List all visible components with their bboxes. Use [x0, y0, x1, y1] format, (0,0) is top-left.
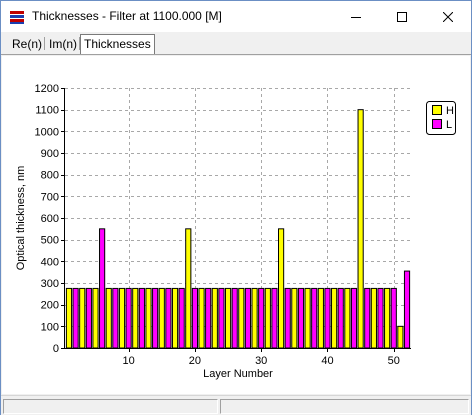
y-tick-label: 400	[41, 256, 59, 268]
close-button[interactable]	[425, 1, 471, 32]
bar-layer-28	[244, 287, 252, 349]
bar-layer-9	[118, 287, 126, 349]
bar-layer-45	[357, 109, 364, 349]
status-panel-left	[3, 399, 218, 414]
bar-layer-17	[171, 287, 179, 349]
window-title: Thicknesses - Filter at 1100.000 [M]	[32, 9, 222, 23]
y-tick-label: 0	[53, 343, 59, 355]
y-tick-label: 800	[41, 170, 59, 182]
bar-layer-25	[224, 287, 232, 349]
close-icon	[443, 11, 453, 22]
x-tick-label: 30	[255, 355, 267, 367]
minimize-button[interactable]	[333, 1, 379, 32]
bar-layer-24	[218, 287, 225, 349]
bar-layer-22	[205, 287, 212, 349]
legend: HL	[426, 101, 456, 135]
bar-layer-14	[152, 287, 159, 349]
bar-layer-4	[85, 287, 92, 349]
title-bar[interactable]: Thicknesses - Filter at 1100.000 [M]	[1, 1, 471, 32]
bar-layer-49	[384, 287, 391, 349]
legend-label-L: L	[446, 119, 452, 131]
x-tick-label: 40	[321, 355, 333, 367]
bar-layer-23	[211, 287, 218, 349]
bar-layer-46	[364, 287, 371, 349]
bar-layer-47	[370, 287, 377, 349]
bar-layer-16	[165, 287, 172, 349]
y-tick-label: 1200	[35, 83, 59, 95]
bar-layer-18	[178, 287, 185, 349]
x-tick-label: 20	[189, 355, 201, 367]
tab-separator	[44, 37, 45, 50]
bar-layer-13	[145, 287, 152, 349]
x-tick-label: 50	[388, 355, 400, 367]
bar-layer-30	[258, 287, 265, 349]
bar-layer-2	[72, 287, 79, 349]
bar-layer-40	[324, 287, 331, 349]
bar-layer-34	[284, 287, 291, 349]
bar-layer-20	[191, 287, 199, 349]
bar-layer-48	[377, 287, 384, 349]
maximize-icon	[397, 11, 407, 22]
legend-label-H: H	[446, 105, 454, 117]
bar-layer-36	[297, 287, 305, 349]
x-axis-label: Layer Number	[203, 368, 273, 380]
status-panel-right	[220, 399, 469, 414]
bar-layer-33	[278, 228, 285, 349]
bar-layer-51	[397, 325, 404, 349]
bar-layer-26	[231, 287, 238, 349]
thickness-bar-chart: 0 100 200 300 400 500 600 700 800 900 1000 1100 1200…	[15, 83, 456, 380]
bar-layer-42	[337, 287, 344, 349]
bar-layer-52	[403, 270, 411, 349]
bar-layer-39	[317, 287, 324, 349]
y-tick-label: 300	[41, 278, 59, 290]
y-tick-label: 700	[41, 191, 59, 203]
bar-layer-29	[251, 287, 258, 349]
bar-layer-5	[92, 287, 99, 349]
bars	[65, 109, 411, 349]
x-tick-label: 10	[123, 355, 135, 367]
y-tick-label: 200	[41, 300, 59, 312]
bar-layer-12	[138, 287, 145, 349]
minimize-icon	[351, 16, 361, 18]
y-tick-label: 600	[41, 213, 59, 225]
bar-layer-1	[65, 287, 73, 349]
maximize-button[interactable]	[379, 1, 425, 32]
bar-layer-27	[238, 287, 245, 349]
bar-layer-15	[158, 287, 165, 349]
tab-im-n[interactable]: Im(n)	[47, 36, 79, 52]
y-tick-label: 900	[41, 148, 59, 160]
bar-layer-31	[264, 287, 271, 349]
bar-layer-19	[185, 228, 192, 349]
bar-layer-35	[291, 287, 298, 349]
bar-layer-3	[79, 287, 86, 349]
y-tick-label: 1000	[35, 126, 59, 138]
filter-app-icon	[10, 11, 24, 24]
y-axis-label: Optical thickness, nm	[15, 166, 27, 271]
tab-re-n[interactable]: Re(n)	[10, 36, 44, 52]
y-tick-label: 1100	[35, 105, 59, 117]
bar-layer-8	[112, 287, 119, 349]
bar-layer-6	[99, 228, 106, 349]
bar-layer-21	[198, 287, 205, 349]
thicknesses-window: Thicknesses - Filter at 1100.000 [M] Re(…	[0, 0, 472, 415]
bar-layer-43	[344, 287, 351, 349]
bar-layer-10	[125, 287, 132, 349]
bar-layer-32	[271, 287, 278, 349]
bar-layer-38	[311, 287, 318, 349]
bar-layer-37	[304, 287, 311, 349]
bar-layer-41	[331, 287, 338, 349]
bar-layer-7	[105, 287, 112, 349]
status-bar	[1, 395, 471, 415]
tab-strip: Re(n) Im(n) Thicknesses	[1, 32, 471, 55]
bar-layer-50	[390, 287, 397, 349]
legend-swatch-L	[432, 119, 442, 129]
y-tick-label: 100	[41, 321, 59, 333]
y-tick-label: 500	[41, 235, 59, 247]
tab-thicknesses[interactable]: Thicknesses	[80, 34, 155, 54]
legend-swatch-H	[432, 105, 442, 115]
bar-layer-11	[132, 287, 139, 349]
chart-panel: 0 100 200 300 400 500 600 700 800 900 1000 1100 1200…	[2, 56, 470, 394]
bar-layer-44	[350, 287, 358, 349]
